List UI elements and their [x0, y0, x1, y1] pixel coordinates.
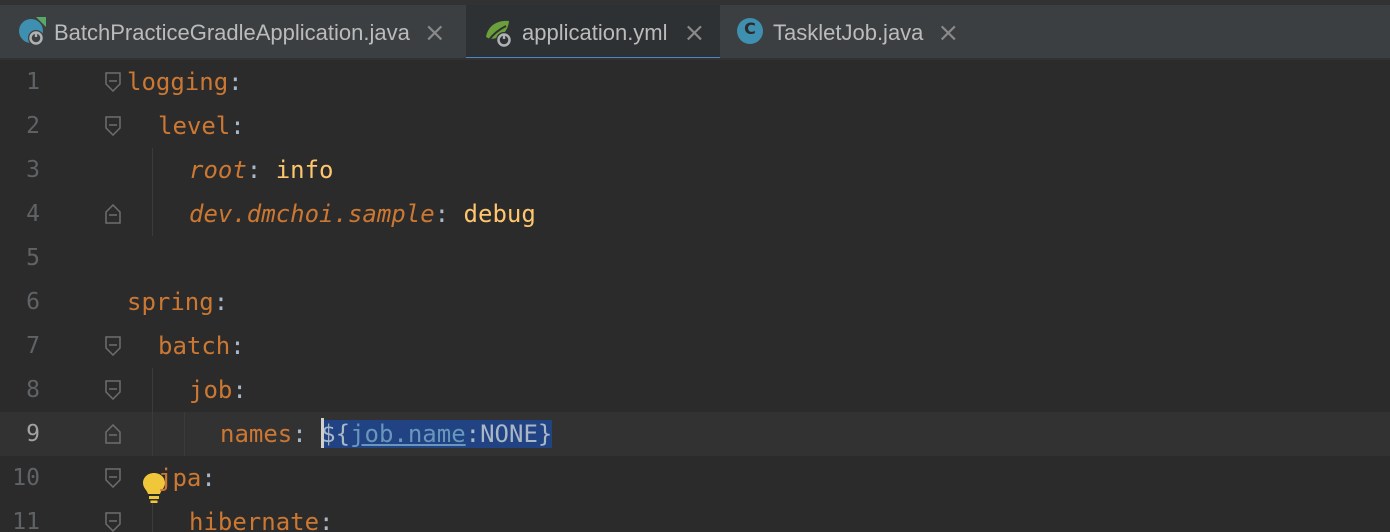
line-number: 11	[12, 509, 40, 532]
tab-application-yml[interactable]: application.yml ×	[466, 5, 720, 62]
code-line-7: batch:	[158, 324, 245, 368]
code-line-2: level:	[158, 104, 245, 148]
line-number: 1	[26, 69, 40, 95]
current-line-highlight	[0, 412, 1390, 456]
fold-end-icon[interactable]	[104, 424, 122, 444]
indent-guide	[152, 500, 153, 532]
yaml-key: spring	[127, 288, 214, 316]
code-line-11: hibernate:	[189, 500, 334, 532]
line-number: 5	[26, 245, 40, 271]
fold-open-icon[interactable]	[104, 512, 122, 532]
code-line-10: jpa:	[158, 456, 216, 500]
text-selection: ${job.name:NONE}	[321, 418, 553, 448]
yaml-value: info	[275, 156, 334, 184]
spring-yaml-icon	[482, 15, 518, 51]
tab-label: BatchPracticeGradleApplication.java	[54, 19, 410, 45]
fold-open-icon[interactable]	[104, 468, 122, 488]
fold-end-icon[interactable]	[104, 204, 122, 224]
yaml-colon: :	[246, 156, 262, 184]
indent-guide	[152, 368, 153, 456]
editor-tab-bar: BatchPracticeGradleApplication.java × ap…	[0, 0, 1390, 62]
indent-guide	[184, 412, 185, 456]
tab-tasklet-job[interactable]: C TaskletJob.java ×	[721, 5, 981, 60]
line-number: 10	[12, 465, 40, 491]
yaml-key: dev.dmchoi.sample	[189, 200, 435, 228]
yaml-value: debug	[463, 200, 536, 228]
line-number: 2	[26, 113, 40, 139]
yaml-colon: :	[201, 464, 216, 492]
line-number: 3	[26, 157, 40, 183]
line-number-current: 9	[26, 421, 40, 447]
text-caret	[321, 418, 325, 448]
yaml-key: logging	[127, 68, 229, 96]
yaml-colon: :	[434, 200, 450, 228]
close-icon[interactable]: ×	[684, 20, 706, 46]
yaml-colon: :	[213, 288, 229, 316]
yaml-colon: :	[292, 420, 307, 448]
code-line-4: dev.dmchoi.sample: debug	[189, 192, 536, 236]
code-line-3: root: info	[189, 148, 334, 192]
tab-batch-practice-gradle-application[interactable]: BatchPracticeGradleApplication.java ×	[0, 5, 465, 60]
placeholder-open: ${	[321, 420, 351, 448]
yaml-colon: :	[232, 376, 247, 404]
property-reference-link[interactable]: job.name	[350, 420, 466, 448]
tab-label: TaskletJob.java	[773, 19, 924, 45]
line-number: 4	[26, 201, 40, 227]
java-class-icon: C	[735, 15, 771, 51]
fold-open-icon[interactable]	[104, 116, 122, 136]
code-line-9: names: ${job.name:NONE}	[220, 412, 553, 456]
indent-guide	[152, 148, 153, 236]
yaml-key: names	[220, 420, 293, 448]
yaml-key: root	[189, 156, 247, 184]
code-editor[interactable]: 1 2 3 4 5 6 7 8 9 10 11 logging: level: …	[0, 60, 1390, 532]
spring-boot-app-icon	[16, 15, 52, 51]
yaml-colon: :	[230, 332, 245, 360]
yaml-key: job	[189, 376, 233, 404]
class-icon-letter: C	[744, 18, 756, 38]
fold-open-icon[interactable]	[104, 72, 122, 92]
code-line-1: logging:	[127, 60, 243, 104]
code-line-8: job:	[189, 368, 247, 412]
placeholder-default: :NONE}	[465, 420, 553, 448]
fold-open-icon[interactable]	[104, 380, 122, 400]
yaml-key: level	[158, 112, 231, 140]
close-icon[interactable]: ×	[937, 20, 959, 46]
yaml-colon: :	[230, 112, 245, 140]
line-number: 7	[26, 333, 40, 359]
yaml-key: batch	[158, 332, 231, 360]
line-number: 8	[26, 377, 40, 403]
yaml-colon: :	[319, 508, 334, 532]
fold-open-icon[interactable]	[104, 336, 122, 356]
code-line-6: spring:	[127, 280, 228, 324]
tab-label: application.yml	[522, 19, 668, 45]
yaml-key: jpa	[158, 464, 202, 492]
yaml-key: hibernate	[189, 508, 320, 532]
line-number: 6	[26, 289, 40, 315]
close-icon[interactable]: ×	[424, 20, 446, 46]
yaml-colon: :	[228, 68, 243, 96]
